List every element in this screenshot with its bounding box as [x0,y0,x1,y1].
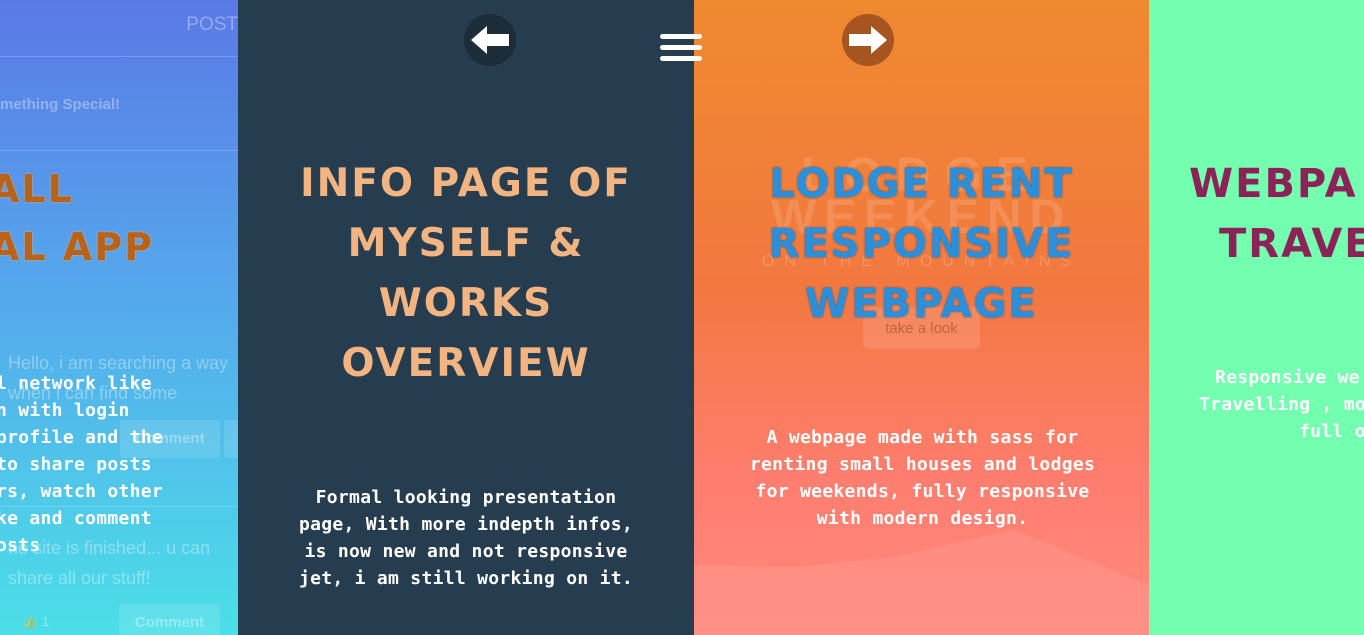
project-card-social-app[interactable]: POST mething Special! Hello, i am search… [0,0,238,635]
hamburger-menu-icon [660,34,702,39]
menu-button[interactable] [660,34,702,64]
project-title: WEBPA TRAVE [1189,161,1364,267]
special-text: mething Special! [0,96,121,113]
next-button[interactable] [842,14,894,66]
post-label: POST [186,14,238,35]
thumbs-up-icon: 👍 [22,614,39,629]
project-description: A webpage made with sass for renting sma… [749,427,1096,529]
like-count: 👍 1 [22,614,50,629]
arrow-right-icon [849,26,887,54]
project-title: LODGE RENT RESPONSIVE WEBPAGE [768,161,1075,327]
project-card-travel[interactable]: WEBPA TRAVE Responsive we Travelling , m… [1149,0,1364,635]
project-description: Formal looking presentation page, With m… [298,487,634,589]
project-description: l network like n with login profile and … [0,373,164,556]
project-title: ALL AL APP [0,167,154,269]
project-description: Responsive we Travelling , mo full o [1199,367,1364,442]
arrow-left-icon [471,26,509,54]
prev-button[interactable] [464,14,516,66]
project-card-lodge-rent[interactable]: LODGE WEEKEND ON THE MOUNTAINS take a lo… [694,0,1149,635]
project-card-info-page[interactable]: INFO PAGE OF MYSELF & WORKS OVERVIEW For… [238,0,694,635]
project-title: INFO PAGE OF MYSELF & WORKS OVERVIEW [300,161,632,386]
comment-button-2: Comment [119,604,220,635]
